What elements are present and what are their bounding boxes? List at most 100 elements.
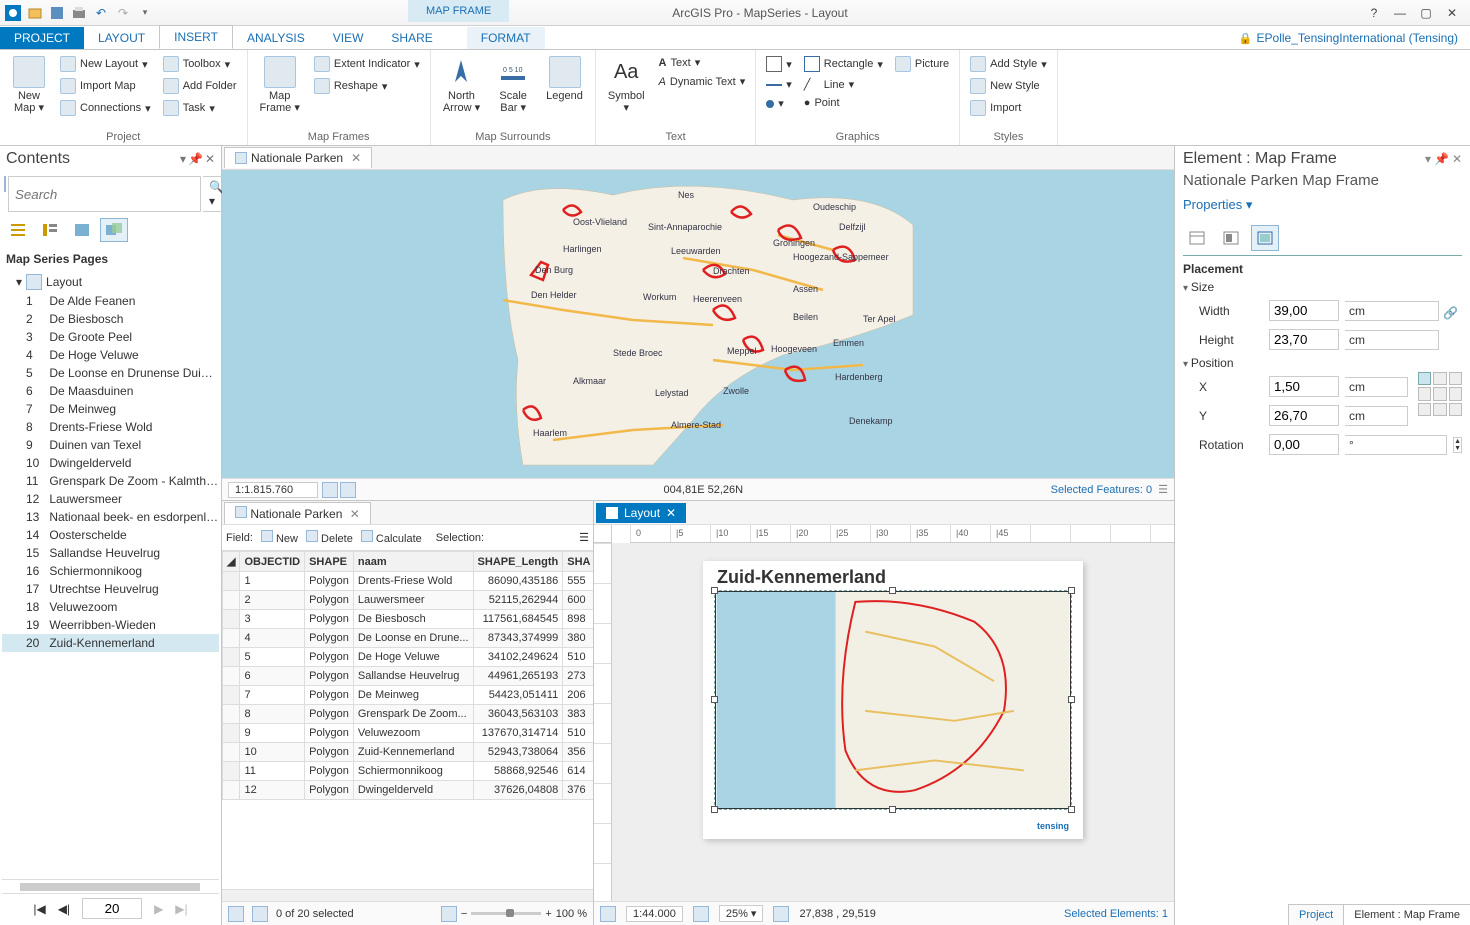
rotation-stepper[interactable]: ▲▼ <box>1453 437 1462 453</box>
height-input[interactable] <box>1269 329 1339 350</box>
hscrollbar[interactable] <box>2 879 219 893</box>
map-frame-button[interactable]: MapFrame ▾ <box>254 54 306 129</box>
contents-close-icon[interactable]: ✕ <box>205 152 215 166</box>
x-input[interactable] <box>1269 376 1339 397</box>
map-tool-icon-2[interactable] <box>340 482 356 498</box>
pane-pin-icon[interactable]: 📌 <box>1434 152 1449 166</box>
table-row[interactable]: 10PolygonZuid-Kennemerland52943,73806435… <box>223 743 594 762</box>
width-input[interactable] <box>1269 300 1339 321</box>
picture-button[interactable]: Picture <box>891 54 953 74</box>
table-row[interactable]: 8PolygonGrenspark De Zoom...36043,563103… <box>223 705 594 724</box>
layout-tab[interactable]: Layout ✕ <box>596 503 686 523</box>
col-shape[interactable]: SHAPE <box>305 552 354 572</box>
add-folder-button[interactable]: Add Folder <box>159 76 241 96</box>
new-map-button[interactable]: NewMap ▾ <box>6 54 52 129</box>
rectangle-button[interactable]: Rectangle ▾ <box>800 54 887 74</box>
lock-aspect-icon[interactable]: 🔗 <box>1439 296 1462 330</box>
position-section[interactable]: Position <box>1183 354 1462 372</box>
search-input[interactable] <box>8 176 201 212</box>
view-map-series-icon[interactable] <box>100 218 128 242</box>
tab-close-icon[interactable]: ✕ <box>351 151 361 165</box>
add-style-button[interactable]: Add Style ▾ <box>966 54 1051 74</box>
page-item[interactable]: 1 De Alde Feanen <box>2 292 219 310</box>
minimize-icon[interactable]: — <box>1392 6 1408 20</box>
table-menu-icon[interactable]: ☰ <box>579 531 589 544</box>
qat-print-icon[interactable] <box>70 4 88 22</box>
page-item[interactable]: 20 Zuid-Kennemerland <box>2 634 219 652</box>
table-row[interactable]: 7PolygonDe Meinweg54423,051411206 <box>223 686 594 705</box>
tab-format[interactable]: FORMAT <box>467 27 545 49</box>
next-page-icon[interactable]: ▶ <box>154 902 163 916</box>
page-item[interactable]: 19 Weerribben-Wieden <box>2 616 219 634</box>
page-item[interactable]: 17 Utrechtse Heuvelrug <box>2 580 219 598</box>
show-selected-icon[interactable] <box>252 906 268 922</box>
page-item[interactable]: 6 De Maasduinen <box>2 382 219 400</box>
point-picker[interactable]: ▾ <box>762 95 796 112</box>
selected-elements[interactable]: Selected Elements: 1 <box>1064 908 1168 920</box>
table-row[interactable]: 11PolygonSchiermonnikoog58868,92546614 <box>223 762 594 781</box>
table-tab[interactable]: Nationale Parken ✕ <box>224 502 371 524</box>
btm-tab-element[interactable]: Element : Map Frame <box>1343 905 1470 925</box>
legend-button[interactable]: Legend <box>540 54 589 129</box>
qat-arcgis-icon[interactable] <box>4 4 22 22</box>
page-number-input[interactable] <box>82 898 142 919</box>
page-item[interactable]: 11 Grenspark De Zoom - Kalmthoutse <box>2 472 219 490</box>
table-row[interactable]: 6PolygonSallandse Heuvelrug44961,2651932… <box>223 667 594 686</box>
btm-tab-project[interactable]: Project <box>1288 905 1343 925</box>
table-row[interactable]: 2PolygonLauwersmeer52115,262944600 <box>223 591 594 610</box>
page-item[interactable]: 5 De Loonse en Drunense Duinen <box>2 364 219 382</box>
tab-insert[interactable]: INSERT <box>159 25 233 49</box>
connections-button[interactable]: Connections ▾ <box>56 98 155 118</box>
view-selection-icon[interactable] <box>68 218 96 242</box>
new-style-button[interactable]: New Style <box>966 76 1051 96</box>
scale-bar-button[interactable]: 0 5 10ScaleBar ▾ <box>490 54 536 129</box>
anchor-picker[interactable] <box>1418 372 1462 416</box>
new-layout-button[interactable]: New Layout ▾ <box>56 54 155 74</box>
first-page-icon[interactable]: |◀ <box>33 902 45 916</box>
table-row[interactable]: 12PolygonDwingelderveld37626,04808376 <box>223 781 594 800</box>
filter-icon[interactable] <box>4 176 6 192</box>
mode-1-icon[interactable] <box>1183 225 1211 251</box>
page-item[interactable]: 4 De Hoge Veluwe <box>2 346 219 364</box>
layout-scale-icon[interactable] <box>693 906 709 922</box>
qat-redo-icon[interactable]: ↷ <box>114 4 132 22</box>
layout-tool-icon[interactable] <box>600 906 616 922</box>
tab-share[interactable]: SHARE <box>377 27 446 49</box>
zoom-out-icon[interactable]: − <box>461 908 467 920</box>
extent-indicator-button[interactable]: Extent Indicator ▾ <box>310 54 424 74</box>
col-length[interactable]: SHAPE_Length <box>473 552 563 572</box>
show-all-icon[interactable] <box>228 906 244 922</box>
field-calculate-button[interactable]: Calculate <box>361 530 422 545</box>
layout-node[interactable]: ▾ Layout <box>2 272 219 292</box>
qat-open-icon[interactable] <box>26 4 44 22</box>
page-item[interactable]: 18 Veluwezoom <box>2 598 219 616</box>
col-sha[interactable]: SHA <box>563 552 593 572</box>
pane-menu-icon[interactable]: ▾ <box>1425 152 1431 166</box>
last-page-icon[interactable]: ▶| <box>175 902 187 916</box>
size-section[interactable]: Size <box>1183 278 1462 296</box>
contents-pin-icon[interactable]: 📌 <box>188 152 203 166</box>
tab-view[interactable]: VIEW <box>319 27 378 49</box>
page-item[interactable]: 14 Oosterschelde <box>2 526 219 544</box>
page-item[interactable]: 13 Nationaal beek- en esdorpenlands <box>2 508 219 526</box>
view-by-source-icon[interactable] <box>36 218 64 242</box>
map-canvas[interactable]: NesOudeschipDelfzijl Oost-VlielandSint-A… <box>222 170 1174 478</box>
layout-zoom[interactable]: 25% ▾ <box>719 905 764 922</box>
view-drawing-order-icon[interactable] <box>4 218 32 242</box>
north-arrow-button[interactable]: NorthArrow ▾ <box>437 54 486 129</box>
tab-close-icon[interactable]: ✕ <box>350 507 360 521</box>
user-label[interactable]: EPolle_TensingInternational (Tensing) <box>1227 27 1470 49</box>
task-button[interactable]: Task ▾ <box>159 98 241 118</box>
layout-fit-icon[interactable] <box>773 906 789 922</box>
layout-page[interactable]: Zuid-Kennemerland <box>703 561 1083 839</box>
help-icon[interactable]: ? <box>1366 6 1382 20</box>
page-item[interactable]: 8 Drents-Friese Wold <box>2 418 219 436</box>
map-menu-icon[interactable]: ☰ <box>1158 483 1168 496</box>
page-item[interactable]: 16 Schiermonnikoog <box>2 562 219 580</box>
reshape-button[interactable]: Reshape ▾ <box>310 76 424 96</box>
page-item[interactable]: 10 Dwingelderveld <box>2 454 219 472</box>
map-tool-icon[interactable] <box>322 482 338 498</box>
page-item[interactable]: 9 Duinen van Texel <box>2 436 219 454</box>
field-delete-button[interactable]: Delete <box>306 530 353 545</box>
rotation-input[interactable] <box>1269 434 1339 455</box>
